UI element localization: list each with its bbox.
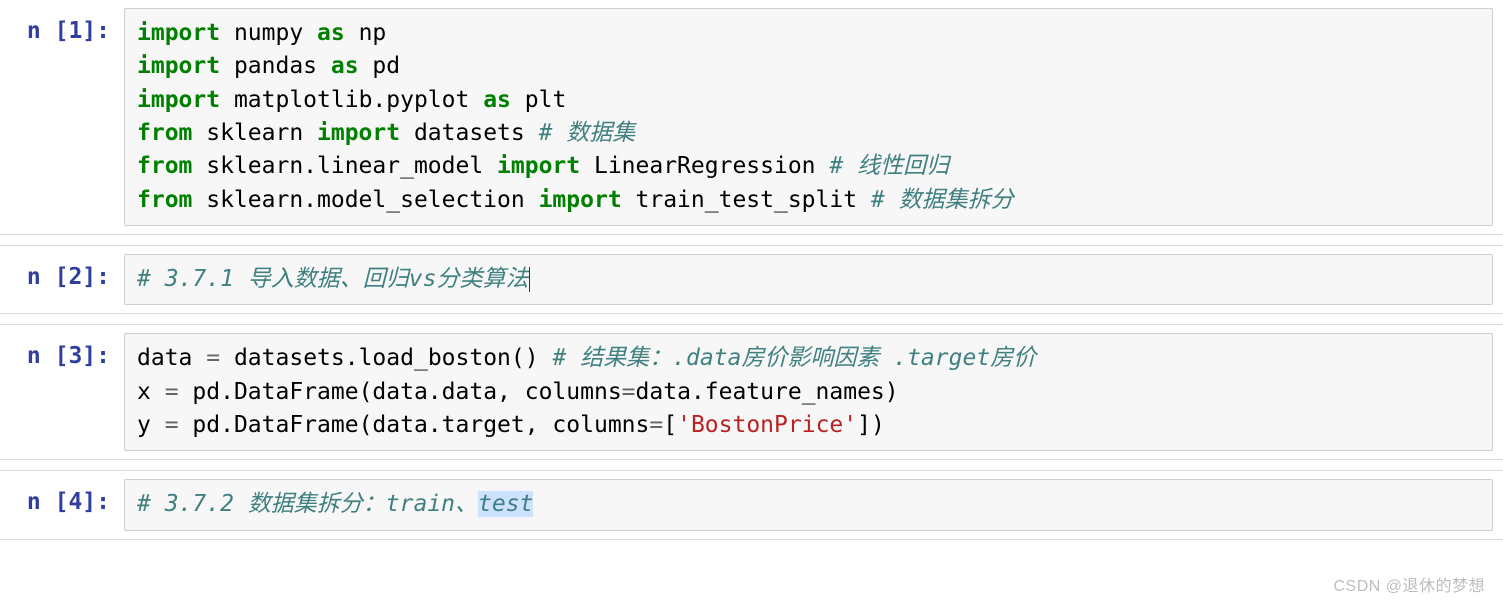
code-token: = [165, 379, 179, 405]
code-token: import [137, 20, 220, 46]
code-token: = [622, 379, 636, 405]
code-input-area[interactable]: # 3.7.2 数据集拆分：train、test [124, 479, 1493, 530]
code-token: y [137, 412, 165, 438]
code-token: import [137, 53, 220, 79]
code-token: data.feature_names) [636, 379, 899, 405]
code-cell[interactable]: n [1]:import numpy as npimport pandas as… [0, 0, 1503, 235]
code-line[interactable]: from sklearn.model_selection import trai… [137, 184, 1480, 217]
code-token: import [317, 120, 400, 146]
code-line[interactable]: x = pd.DataFrame(data.data, columns=data… [137, 376, 1480, 409]
code-token: x [137, 379, 165, 405]
code-token: numpy [220, 20, 317, 46]
code-cell[interactable]: n [4]: # 3.7.2 数据集拆分：train、test [0, 470, 1503, 539]
code-input-area[interactable]: # 3.7.1 导入数据、回归vs分类算法 [124, 254, 1493, 305]
code-token: from [137, 187, 192, 213]
code-token: test [478, 491, 533, 517]
code-line[interactable]: y = pd.DataFrame(data.target, columns=['… [137, 409, 1480, 442]
code-token: as [317, 20, 345, 46]
code-token: import [539, 187, 622, 213]
cell-prompt: n [2]: [0, 254, 124, 305]
code-token: as [331, 53, 359, 79]
cell-prompt: n [1]: [0, 8, 124, 226]
code-token: from [137, 120, 192, 146]
notebook-cells: n [1]:import numpy as npimport pandas as… [0, 0, 1503, 540]
code-token: from [137, 153, 192, 179]
code-token: sklearn [192, 120, 317, 146]
code-token: [ [663, 412, 677, 438]
code-token: import [497, 153, 580, 179]
watermark-text: CSDN @退休的梦想 [1333, 572, 1485, 596]
code-token: pd.DataFrame(data.target, columns [179, 412, 650, 438]
cell-prompt: n [4]: [0, 479, 124, 530]
code-token: np [345, 20, 387, 46]
code-token: # 3.7.1 导入数据、回归vs分类算法 [137, 266, 528, 292]
code-token: pd [359, 53, 401, 79]
code-line[interactable]: from sklearn.linear_model import LinearR… [137, 150, 1480, 183]
code-token: # 数据集 [539, 120, 636, 146]
code-token: datasets [400, 120, 538, 146]
code-line[interactable]: import numpy as np [137, 17, 1480, 50]
code-token: sklearn.linear_model [192, 153, 497, 179]
code-token: import [137, 87, 220, 113]
code-token: pd.DataFrame(data.data, columns [179, 379, 622, 405]
code-token: 'BostonPrice' [677, 412, 857, 438]
cell-prompt: n [3]: [0, 333, 124, 451]
code-token: as [483, 87, 511, 113]
code-token: # 结果集：.data房价影响因素 .target房价 [552, 345, 1036, 371]
code-token: data [137, 345, 206, 371]
code-token: # 3.7.2 数据集拆分：train、 [137, 491, 478, 517]
code-line[interactable]: # 3.7.1 导入数据、回归vs分类算法 [137, 263, 1480, 296]
code-token: ]) [857, 412, 885, 438]
code-token: LinearRegression [580, 153, 829, 179]
code-cell[interactable]: n [2]: # 3.7.1 导入数据、回归vs分类算法 [0, 245, 1503, 314]
code-token: datasets.load_boston() [220, 345, 552, 371]
code-input-area[interactable]: import numpy as npimport pandas as pdimp… [124, 8, 1493, 226]
code-token: # 线性回归 [829, 153, 949, 179]
code-token: = [649, 412, 663, 438]
code-token: = [206, 345, 220, 371]
code-cell[interactable]: n [3]: data = datasets.load_boston() # 结果… [0, 324, 1503, 460]
code-token: matplotlib.pyplot [220, 87, 483, 113]
code-token: sklearn.model_selection [192, 187, 538, 213]
code-token: pandas [220, 53, 331, 79]
code-line[interactable]: from sklearn import datasets # 数据集 [137, 117, 1480, 150]
code-line[interactable]: import matplotlib.pyplot as plt [137, 84, 1480, 117]
code-token: plt [511, 87, 566, 113]
code-token: # 数据集拆分 [871, 187, 1014, 213]
code-line[interactable]: import pandas as pd [137, 50, 1480, 83]
code-line[interactable]: data = datasets.load_boston() # 结果集：.dat… [137, 342, 1480, 375]
code-token: train_test_split [622, 187, 871, 213]
code-line[interactable]: # 3.7.2 数据集拆分：train、test [137, 488, 1480, 521]
code-input-area[interactable]: data = datasets.load_boston() # 结果集：.dat… [124, 333, 1493, 451]
text-cursor [529, 267, 530, 292]
code-token: = [165, 412, 179, 438]
